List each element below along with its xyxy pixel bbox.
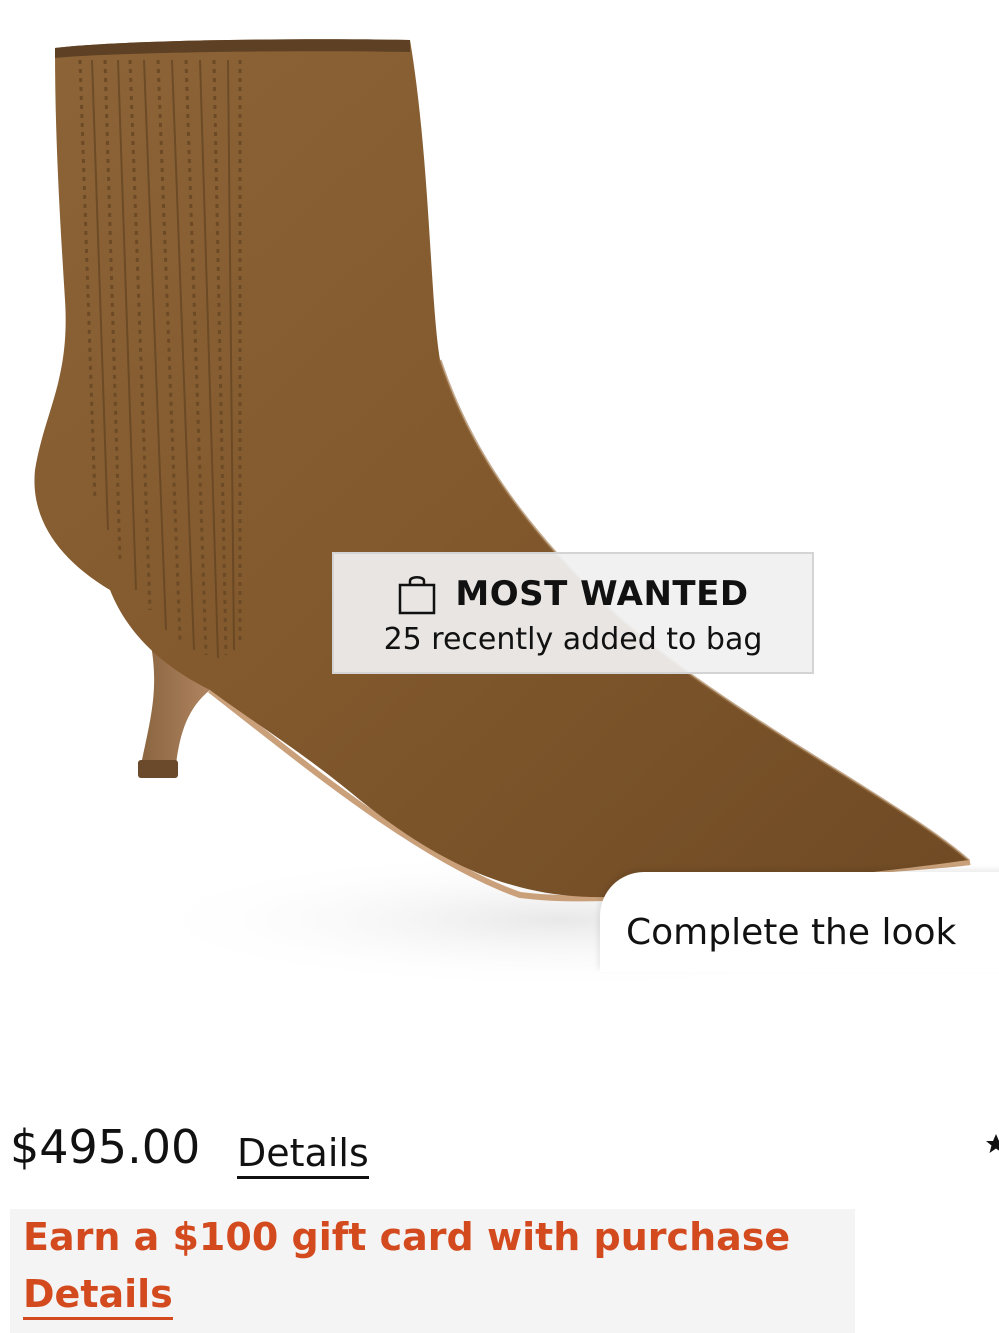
price-details-link[interactable]: Details	[237, 1130, 369, 1179]
product-price: $495.00	[10, 1120, 201, 1174]
badge-title-row: MOST WANTED	[334, 572, 812, 616]
shopping-bag-icon	[397, 573, 437, 615]
badge-title: MOST WANTED	[455, 574, 749, 614]
star-icon[interactable]	[984, 1132, 999, 1156]
most-wanted-badge: MOST WANTED 25 recently added to bag	[332, 552, 814, 674]
complete-the-look-label: Complete the look	[626, 912, 957, 953]
gift-card-promo: Earn a $100 gift card with purchase Deta…	[10, 1209, 855, 1333]
promo-text: Earn a $100 gift card with purchase	[23, 1215, 791, 1259]
complete-the-look-button[interactable]: Complete the look	[600, 872, 999, 972]
badge-subtitle: 25 recently added to bag	[383, 622, 763, 657]
promo-details-link[interactable]: Details	[23, 1271, 173, 1320]
